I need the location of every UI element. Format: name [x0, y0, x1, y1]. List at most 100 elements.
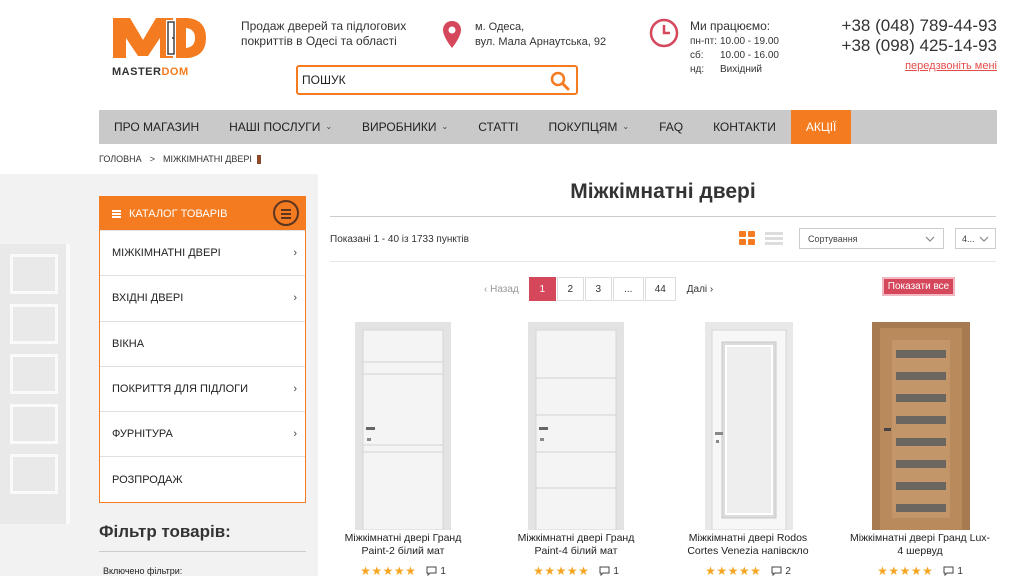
breadcrumb-home[interactable]: ГОЛОВНА — [99, 154, 142, 164]
nav-item-contacts[interactable]: КОНТАКТИ — [698, 110, 791, 144]
hours-time: Вихідний — [720, 64, 763, 75]
catalog-item-hardware[interactable]: ФУРНІТУРА › — [100, 411, 305, 456]
catalog-item-label: РОЗПРОДАЖ — [112, 473, 183, 486]
pagination-next[interactable]: Далі › — [687, 284, 714, 295]
logo-wordmark: MASTERDOM — [112, 66, 189, 78]
nav-item-label: КОНТАКТИ — [713, 120, 776, 134]
nav-item-label: ПРО МАГАЗИН — [114, 120, 200, 134]
callback-link[interactable]: передзвоніть мені — [905, 60, 997, 72]
product-image[interactable] — [668, 320, 828, 531]
nav-item-label: НАШІ ПОСЛУГИ — [229, 120, 321, 134]
catalog-title: КАТАЛОГ ТОВАРІВ — [129, 207, 228, 220]
breadcrumb-current: МІЖКІМНАТНІ ДВЕРІ — [162, 154, 252, 164]
product-image[interactable] — [323, 320, 483, 531]
nav-item-label: СТАТТІ — [478, 120, 519, 134]
results-count: Показані 1 - 40 із 1733 пунктів — [330, 234, 469, 245]
pagination: ‹ Назад 1 2 3 ... 44 Далі › — [484, 277, 713, 301]
nav-item-about[interactable]: ПРО МАГАЗИН — [99, 110, 214, 144]
comments-count[interactable]: 1 — [599, 566, 619, 576]
catalog-header[interactable]: КАТАЛОГ ТОВАРІВ — [100, 197, 305, 230]
nav-item-manufacturers[interactable]: ВИРОБНИКИ ⌄ — [347, 110, 463, 144]
grid-view-icon[interactable] — [739, 231, 756, 246]
product-title[interactable]: Міжкімнатні двері Гранд Paint-4 білий мат — [496, 532, 656, 559]
menu-icon — [112, 209, 121, 218]
location-pin-icon — [443, 21, 461, 48]
breadcrumb-separator: > — [149, 154, 155, 164]
store-address: м. Одеса, вул. Мала Арнаутська, 92 — [475, 20, 606, 50]
page-button[interactable]: 1 — [528, 277, 556, 301]
catalog-item-label: ПОКРИТТЯ ДЛЯ ПІДЛОГИ — [112, 383, 249, 396]
comments-count[interactable]: 1 — [426, 566, 446, 576]
comments-count[interactable]: 2 — [771, 566, 791, 576]
phone-link-2[interactable]: +38 (098) 425-14-93 — [842, 36, 997, 56]
comment-icon — [426, 566, 437, 576]
comment-icon — [599, 566, 610, 576]
address-line-2: вул. Мала Арнаутська, 92 — [475, 36, 607, 48]
clock-icon — [649, 18, 679, 48]
filter-title: Фільтр товарів: — [99, 522, 231, 541]
product-card[interactable]: Міжкімнатні двері Rodos Cortes Venezia на… — [668, 320, 828, 576]
opening-hours: Ми працюємо: пн-пт: 10.00 - 19.00 сб: 10.0… — [690, 19, 779, 77]
product-card[interactable]: Міжкімнатні двері Гранд Lux- 4 шервуд ★★★… — [840, 320, 1000, 576]
product-image[interactable] — [496, 320, 656, 531]
comments-count[interactable]: 1 — [943, 566, 963, 576]
catalog-item-label: ФУРНІТУРА — [112, 428, 173, 441]
rating-stars: ★★★★★ — [360, 564, 417, 576]
nav-item-label: ВИРОБНИКИ — [362, 120, 437, 134]
next-label: Далі — [686, 283, 708, 295]
nav-item-services[interactable]: НАШІ ПОСЛУГИ ⌄ — [214, 110, 347, 144]
product-card[interactable]: Міжкімнатні двері Гранд Paint-4 білий мат… — [496, 320, 656, 576]
list-view-icon[interactable] — [765, 232, 783, 245]
comment-icon — [771, 566, 782, 576]
rating-stars: ★★★★★ — [877, 564, 934, 576]
background-window-image — [0, 244, 70, 524]
page-title: Міжкімнатні двері — [570, 180, 756, 203]
catalog-item-sale[interactable]: РОЗПРОДАЖ — [100, 456, 305, 501]
phone-link-1[interactable]: +38 (048) 789-44-93 — [842, 16, 997, 36]
title-divider — [330, 216, 996, 217]
comment-icon — [943, 566, 954, 576]
page-button[interactable]: 3 — [584, 277, 612, 301]
page-button[interactable]: 2 — [556, 277, 584, 301]
chevron-down-icon — [979, 236, 989, 242]
hours-day: нд: — [690, 64, 705, 75]
product-rating: ★★★★★ 1 — [323, 564, 483, 576]
nav-item-label: FAQ — [659, 120, 684, 134]
catalog-item-label: ВХІДНІ ДВЕРІ — [112, 292, 184, 305]
chevron-right-icon: › — [293, 292, 297, 305]
sort-select[interactable]: Сортування — [799, 228, 944, 249]
catalog-item-flooring[interactable]: ПОКРИТТЯ ДЛЯ ПІДЛОГИ › — [100, 365, 305, 411]
chevron-right-icon: › — [707, 283, 714, 295]
nav-item-promotions[interactable]: АКЦІЇ — [790, 110, 852, 144]
search-icon[interactable] — [550, 71, 570, 91]
product-title[interactable]: Міжкімнатні двері Гранд Lux- 4 шервуд — [840, 532, 1000, 559]
menu-toggle-icon[interactable] — [273, 200, 299, 226]
product-title[interactable]: Міжкімнатні двері Гранд Paint-2 білий мат — [323, 532, 483, 559]
hours-row: нд: Вихідний — [690, 63, 779, 77]
nav-item-faq[interactable]: FAQ — [644, 110, 698, 144]
product-card[interactable]: Міжкімнатні двері Гранд Paint-2 білий мат… — [323, 320, 483, 576]
breadcrumb: ГОЛОВНА > МІЖКІМНАТНІ ДВЕРІ — [99, 154, 261, 164]
catalog-item-interior-doors[interactable]: МІЖКІМНАТНІ ДВЕРІ › — [100, 230, 305, 275]
prev-label: Назад — [490, 283, 519, 295]
hours-row: сб: 10.00 - 16.00 — [690, 49, 779, 63]
show-all-button[interactable]: Показати все — [882, 277, 955, 296]
nav-item-articles[interactable]: СТАТТІ — [463, 110, 533, 144]
page-button[interactable]: 44 — [644, 277, 676, 301]
search-input[interactable] — [298, 67, 538, 93]
tagline-line-1: Продаж дверей та підлогових — [241, 19, 407, 33]
catalog-item-windows[interactable]: ВІКНА — [100, 320, 305, 366]
product-rating: ★★★★★ 2 — [668, 564, 828, 576]
chevron-right-icon: › — [293, 428, 297, 441]
chevron-right-icon: › — [293, 247, 297, 260]
product-image[interactable] — [840, 320, 1000, 530]
pagination-prev[interactable]: ‹ Назад — [484, 284, 519, 295]
per-page-select[interactable]: 4... — [955, 228, 996, 249]
catalog-item-entrance-doors[interactable]: ВХІДНІ ДВЕРІ › — [100, 275, 305, 320]
product-title[interactable]: Міжкімнатні двері Rodos Cortes Venezia на… — [668, 532, 828, 559]
door-mini-icon — [256, 154, 261, 164]
hours-title: Ми працюємо: — [690, 19, 771, 33]
hours-time: 10.00 - 19.00 — [720, 36, 779, 47]
chevron-right-icon: › — [293, 383, 297, 396]
nav-item-buyers[interactable]: ПОКУПЦЯМ ⌄ — [533, 110, 644, 144]
